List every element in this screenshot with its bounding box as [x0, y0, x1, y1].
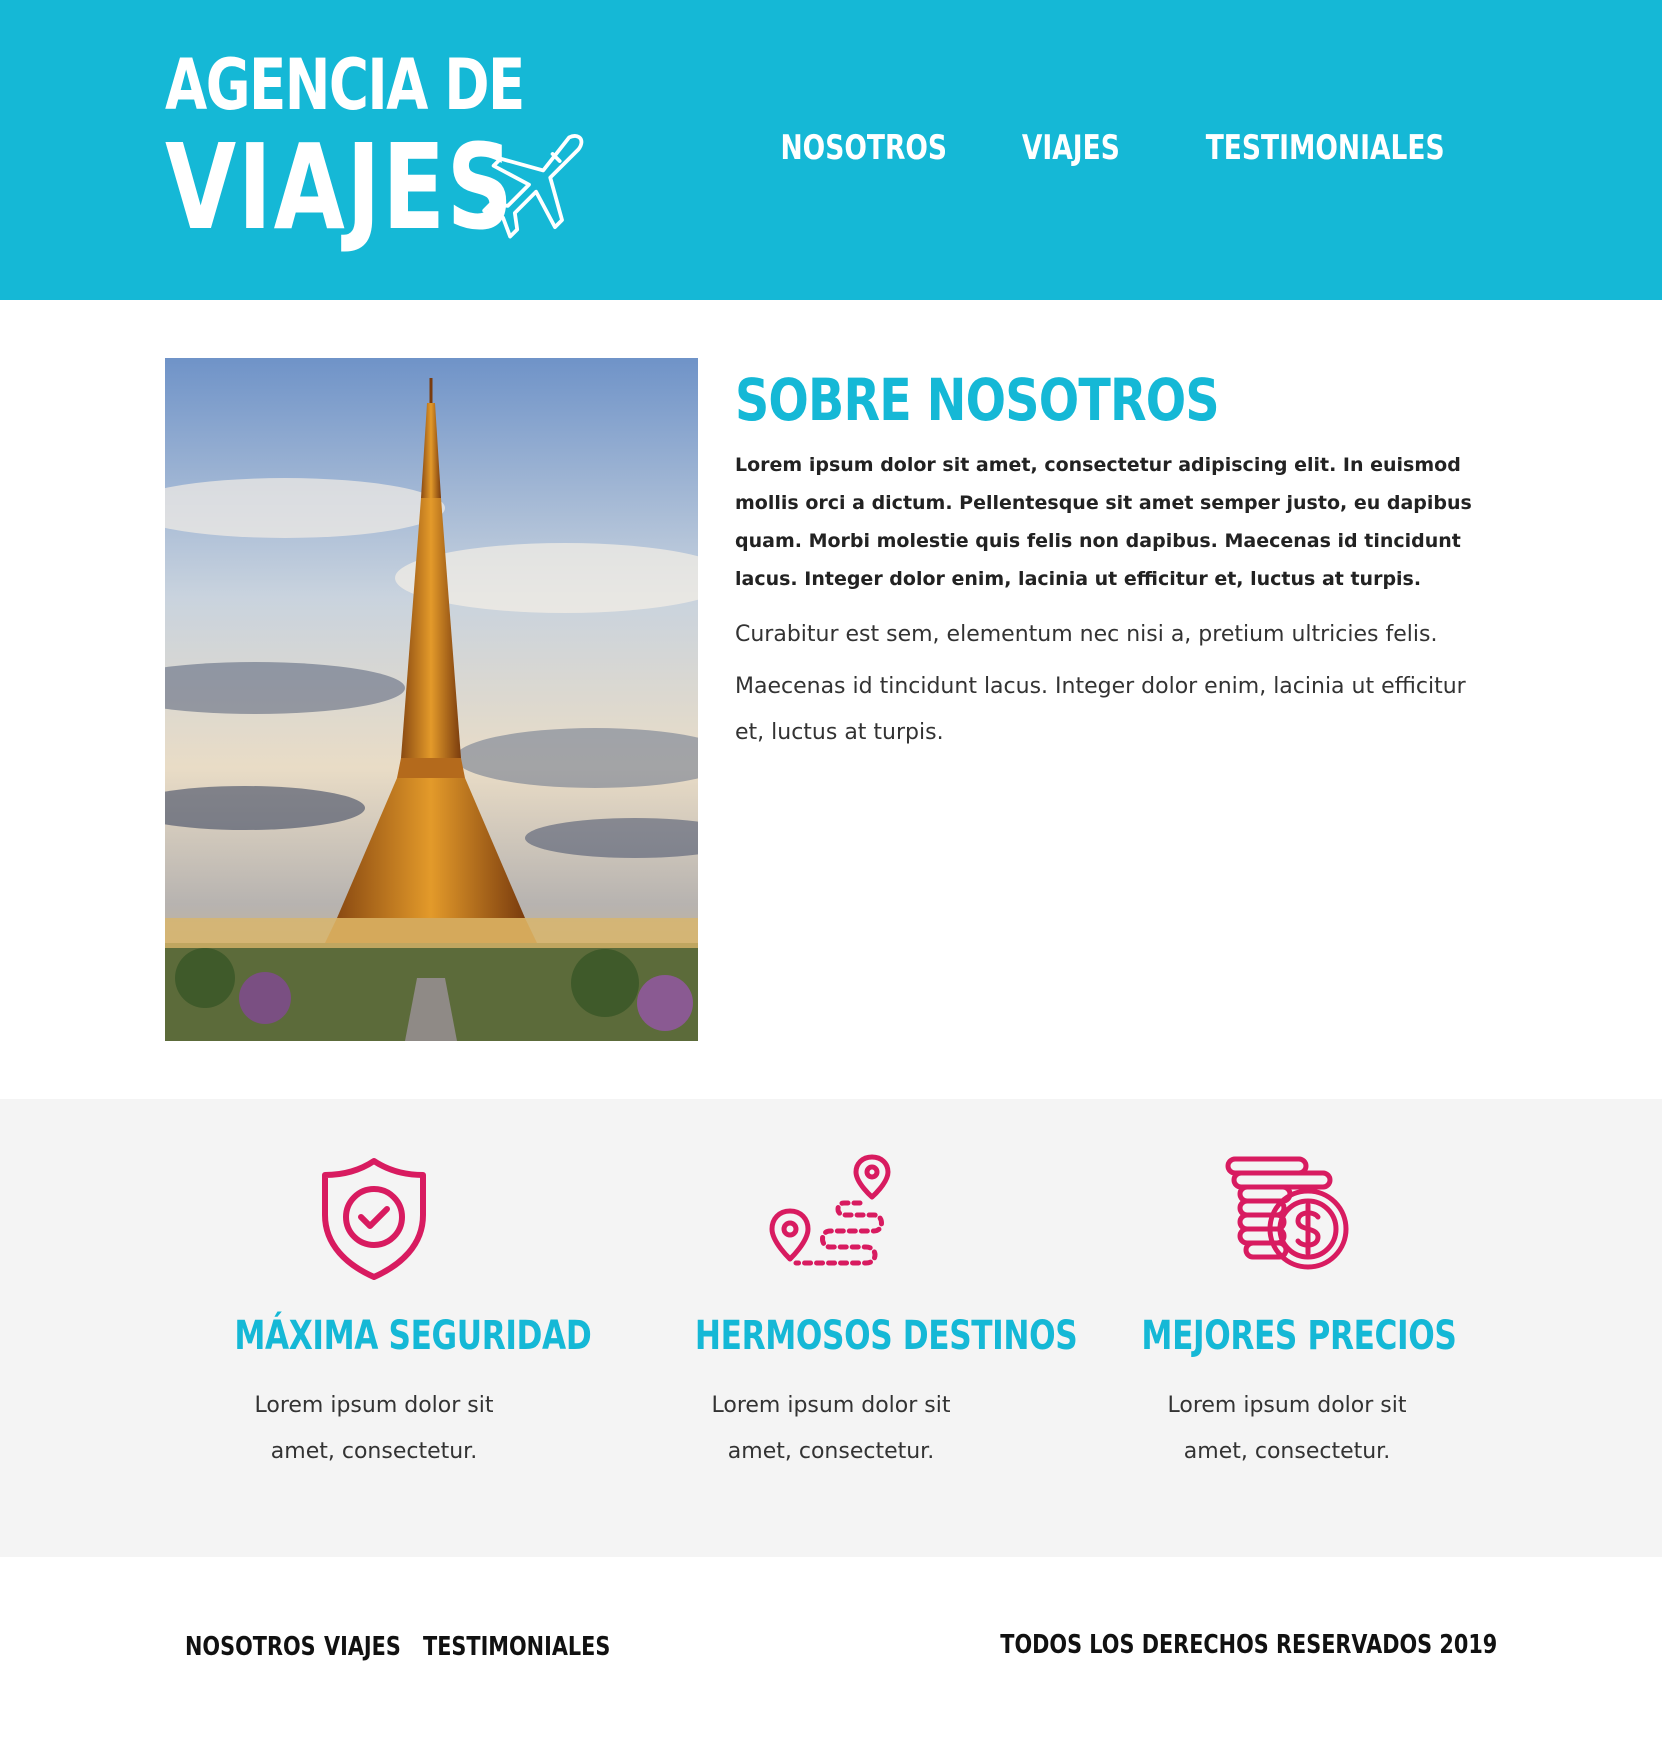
- footer-nav-testimoniales[interactable]: TESTIMONIALES: [423, 1632, 610, 1662]
- eiffel-tower-image: [165, 358, 698, 1041]
- about-section: SOBRE NOSOTROS Lorem ipsum dolor sit ame…: [165, 358, 1497, 1041]
- airplane-icon: [482, 134, 584, 239]
- footer-nav: NOSOTROS VIAJES TESTIMONIALES: [185, 1632, 623, 1662]
- feature-text: Lorem ipsum dolor sit amet, consectetur.: [254, 1393, 494, 1464]
- nav-viajes[interactable]: VIAJES: [1022, 128, 1120, 168]
- feature-text: Lorem ipsum dolor sit amet, consectetur.: [1167, 1393, 1407, 1464]
- about-text: SOBRE NOSOTROS Lorem ipsum dolor sit ame…: [735, 358, 1497, 756]
- footer-nav-nosotros[interactable]: NOSOTROS: [185, 1632, 316, 1662]
- about-paragraph-1: Curabitur est sem, elementum nec nisi a,…: [735, 622, 1438, 647]
- about-lead-paragraph: Lorem ipsum dolor sit amet, consectetur …: [735, 454, 1472, 590]
- feature-destinations: HERMOSOS DESTINOS Lorem ipsum dolor sit …: [641, 1099, 1078, 1475]
- feature-prices: MEJORES PRECIOS Lorem ipsum dolor sit am…: [1097, 1099, 1477, 1475]
- shield-check-icon: [322, 1158, 426, 1280]
- copyright-text: TODOS LOS DERECHOS RESERVADOS 2019: [999, 1630, 1497, 1660]
- nav-nosotros[interactable]: NOSOTROS: [780, 128, 947, 168]
- feature-title: HERMOSOS DESTINOS: [694, 1313, 1078, 1359]
- feature-security: MÁXIMA SEGURIDAD Lorem ipsum dolor sit a…: [184, 1099, 592, 1475]
- main-nav: NOSOTROS VIAJES TESTIMONIALES: [757, 128, 1478, 168]
- about-title: SOBRE NOSOTROS: [735, 366, 1220, 434]
- site-header: AGENCIA DE VIAJES NOSOTROS VIAJES TESTIM…: [0, 0, 1662, 300]
- coins-dollar-icon: [1225, 1156, 1349, 1270]
- logo-line1: AGENCIA DE: [165, 44, 525, 126]
- about-paragraph-2: Maecenas id tincidunt lacus. Integer dol…: [735, 674, 1466, 745]
- features-section: MÁXIMA SEGURIDAD Lorem ipsum dolor sit a…: [0, 1099, 1662, 1557]
- nav-testimoniales[interactable]: TESTIMONIALES: [1205, 128, 1444, 168]
- feature-title: MEJORES PRECIOS: [1141, 1313, 1457, 1359]
- footer-nav-viajes[interactable]: VIAJES: [324, 1632, 401, 1662]
- map-route-icon: [769, 1154, 891, 1266]
- feature-text: Lorem ipsum dolor sit amet, consectetur.: [711, 1393, 951, 1464]
- feature-title: MÁXIMA SEGURIDAD: [234, 1313, 592, 1359]
- site-footer: NOSOTROS VIAJES TESTIMONIALES TODOS LOS …: [0, 1557, 1662, 1754]
